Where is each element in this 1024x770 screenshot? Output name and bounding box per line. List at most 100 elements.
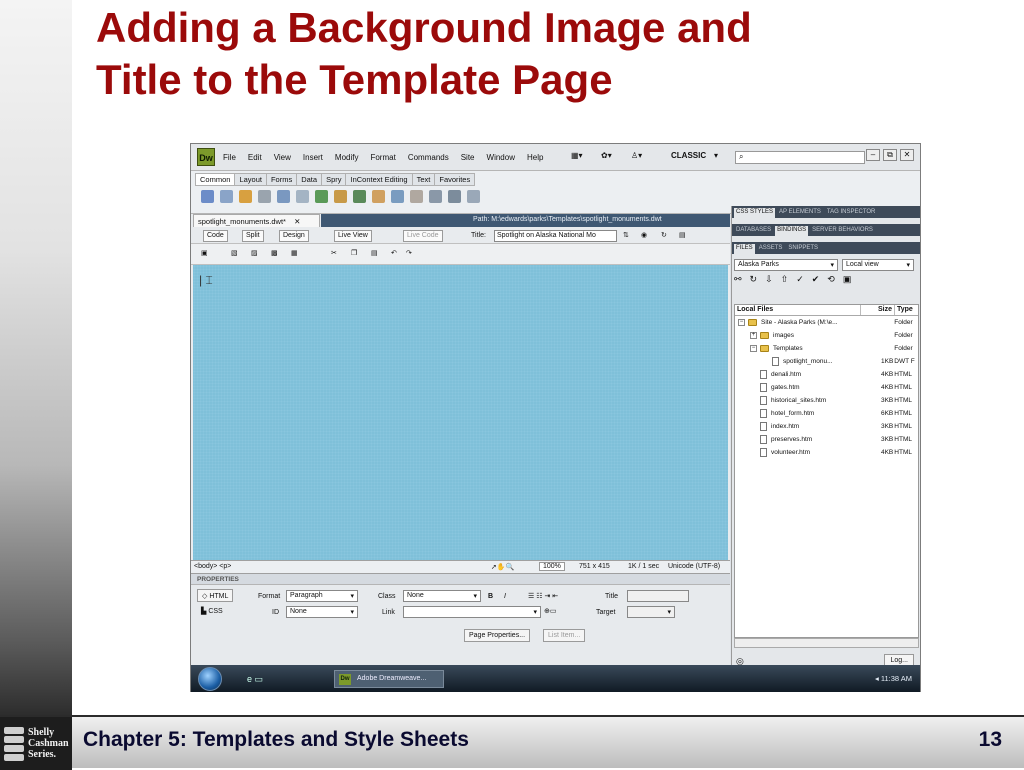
- menu-modify[interactable]: Modify: [335, 153, 359, 162]
- paste-icon[interactable]: ▤: [371, 249, 378, 257]
- page-properties-button[interactable]: Page Properties...: [464, 629, 531, 642]
- insert-tab-layout[interactable]: Layout: [235, 173, 267, 186]
- select-tool-icon[interactable]: ➚✋🔍: [491, 563, 514, 571]
- script-icon[interactable]: [429, 190, 442, 203]
- menu-insert[interactable]: Insert: [303, 153, 323, 162]
- panel-tab-ap-elements[interactable]: AP ELEMENTS: [777, 208, 823, 218]
- taskbar-dreamweaver[interactable]: Dw Adobe Dreamweave...: [334, 670, 444, 688]
- file-row[interactable]: − Templates Folder: [735, 342, 918, 355]
- file-row[interactable]: index.htm 3KB HTML: [735, 420, 918, 433]
- file-row[interactable]: gates.htm 4KB HTML: [735, 381, 918, 394]
- refresh-icon[interactable]: ↻: [661, 231, 667, 239]
- server-include-icon[interactable]: [372, 190, 385, 203]
- close-button[interactable]: ✕: [900, 149, 914, 161]
- file-row[interactable]: + images Folder: [735, 329, 918, 342]
- menu-commands[interactable]: Commands: [408, 153, 449, 162]
- start-button[interactable]: [198, 667, 222, 691]
- view-select[interactable]: Local view ▾: [842, 258, 914, 271]
- head-icon[interactable]: [410, 190, 423, 203]
- check-in-icon[interactable]: ✔: [812, 274, 820, 285]
- email-link-icon[interactable]: [220, 190, 233, 203]
- expand-icon[interactable]: ▣: [843, 274, 852, 285]
- anchor-icon[interactable]: [239, 190, 252, 203]
- image-icon[interactable]: [315, 190, 328, 203]
- expand-toggle-icon[interactable]: +: [750, 332, 757, 339]
- chevron-down-icon[interactable]: ▾: [714, 151, 718, 160]
- insert-tab-incontext-editing[interactable]: InContext Editing: [346, 173, 413, 186]
- panel-tab-assets[interactable]: ASSETS: [757, 244, 785, 254]
- menu-window[interactable]: Window: [487, 153, 515, 162]
- italic-button[interactable]: I: [504, 593, 506, 600]
- menu-format[interactable]: Format: [370, 153, 395, 162]
- div-icon[interactable]: [296, 190, 309, 203]
- insert-tab-spry[interactable]: Spry: [322, 173, 347, 186]
- insert-tab-common[interactable]: Common: [195, 173, 236, 186]
- table-icon[interactable]: [277, 190, 290, 203]
- menu-help[interactable]: Help: [527, 153, 543, 162]
- tag-selector[interactable]: <body> <p>: [194, 563, 231, 570]
- insert-tab-text[interactable]: Text: [412, 173, 436, 186]
- id-select[interactable]: None ▾: [286, 606, 358, 618]
- help-search-input[interactable]: ⌕: [735, 151, 865, 164]
- document-tab[interactable]: spotlight_monuments.dwt* ✕: [193, 214, 320, 227]
- panel-tab-databases[interactable]: DATABASES: [734, 226, 773, 236]
- live-code-button[interactable]: Live Code: [403, 230, 443, 242]
- media-icon[interactable]: [334, 190, 347, 203]
- put-files-icon[interactable]: ⇧: [781, 274, 789, 285]
- design-canvas[interactable]: | ⌶: [193, 265, 728, 560]
- panel-tab-bindings[interactable]: BINDINGS: [775, 226, 809, 236]
- comment-icon[interactable]: [391, 190, 404, 203]
- panel-tab-files[interactable]: FILES: [734, 244, 755, 254]
- window-size[interactable]: 751 x 415: [579, 563, 610, 570]
- ie-icon[interactable]: e ▭: [247, 674, 263, 685]
- live-view-button[interactable]: Live View: [334, 230, 372, 242]
- panel-tab-css-styles[interactable]: CSS STYLES: [734, 208, 776, 218]
- html-mode-button[interactable]: ◇ HTML: [197, 589, 234, 602]
- copy-icon[interactable]: ❐: [351, 249, 357, 257]
- file-row[interactable]: hotel_form.htm 6KB HTML: [735, 407, 918, 420]
- file-management-icon[interactable]: ⇅: [623, 231, 629, 239]
- minimize-button[interactable]: –: [866, 149, 880, 161]
- class-select[interactable]: None ▾: [403, 590, 481, 602]
- close-icon[interactable]: ✕: [294, 217, 300, 226]
- zoom-select[interactable]: 100%: [539, 562, 565, 571]
- file-row[interactable]: spotlight_monu... 1KB DWT F: [735, 355, 918, 368]
- layout-icon[interactable]: ▦▾: [571, 151, 583, 160]
- file-row[interactable]: − Site - Alaska Parks (M:\e... Folder: [735, 316, 918, 329]
- browse-folder-icon[interactable]: ⊕▭: [544, 607, 556, 615]
- site-icon[interactable]: ♙▾: [631, 151, 642, 160]
- expand-toggle-icon[interactable]: −: [738, 319, 745, 326]
- col-type[interactable]: Type: [895, 305, 918, 315]
- css-mode-button[interactable]: ▙ CSS: [197, 605, 227, 618]
- expand-toggle-icon[interactable]: −: [750, 345, 757, 352]
- tag-chooser-icon[interactable]: [467, 190, 480, 203]
- insert-tab-forms[interactable]: Forms: [266, 173, 298, 186]
- workspace-switcher[interactable]: CLASSIC: [671, 151, 706, 160]
- menu-view[interactable]: View: [274, 153, 291, 162]
- save-icon[interactable]: ▩: [271, 249, 278, 257]
- list-icons[interactable]: ☰ ☷ ⇥ ⇤: [528, 592, 558, 600]
- target-select[interactable]: ▾: [627, 606, 675, 618]
- new-icon[interactable]: ▣: [201, 249, 208, 257]
- preview-browser-icon[interactable]: ◉: [641, 231, 647, 239]
- rule-icon[interactable]: [258, 190, 271, 203]
- get-files-icon[interactable]: ⇩: [765, 274, 773, 285]
- visual-aids-icon[interactable]: ▤: [679, 231, 686, 239]
- title-attr-field[interactable]: [627, 590, 689, 602]
- undo-icon[interactable]: ↶: [391, 249, 397, 257]
- col-size[interactable]: Size: [861, 305, 895, 315]
- insert-tab-data[interactable]: Data: [297, 173, 323, 186]
- insert-tab-favorites[interactable]: Favorites: [435, 173, 476, 186]
- check-out-icon[interactable]: ✓: [796, 274, 804, 285]
- gear-icon[interactable]: ✿▾: [601, 151, 612, 160]
- horizontal-scrollbar[interactable]: [734, 638, 919, 648]
- sync-icon[interactable]: ⟲: [827, 274, 835, 285]
- templates-icon[interactable]: [448, 190, 461, 203]
- open-icon[interactable]: ▧: [231, 249, 238, 257]
- list-item-button[interactable]: List Item...: [543, 629, 586, 642]
- save-all-icon[interactable]: ▦: [291, 249, 298, 257]
- browse-icon[interactable]: ▨: [251, 249, 258, 257]
- code-view-button[interactable]: Code: [203, 230, 228, 242]
- menu-site[interactable]: Site: [461, 153, 475, 162]
- col-local-files[interactable]: Local Files: [735, 305, 861, 315]
